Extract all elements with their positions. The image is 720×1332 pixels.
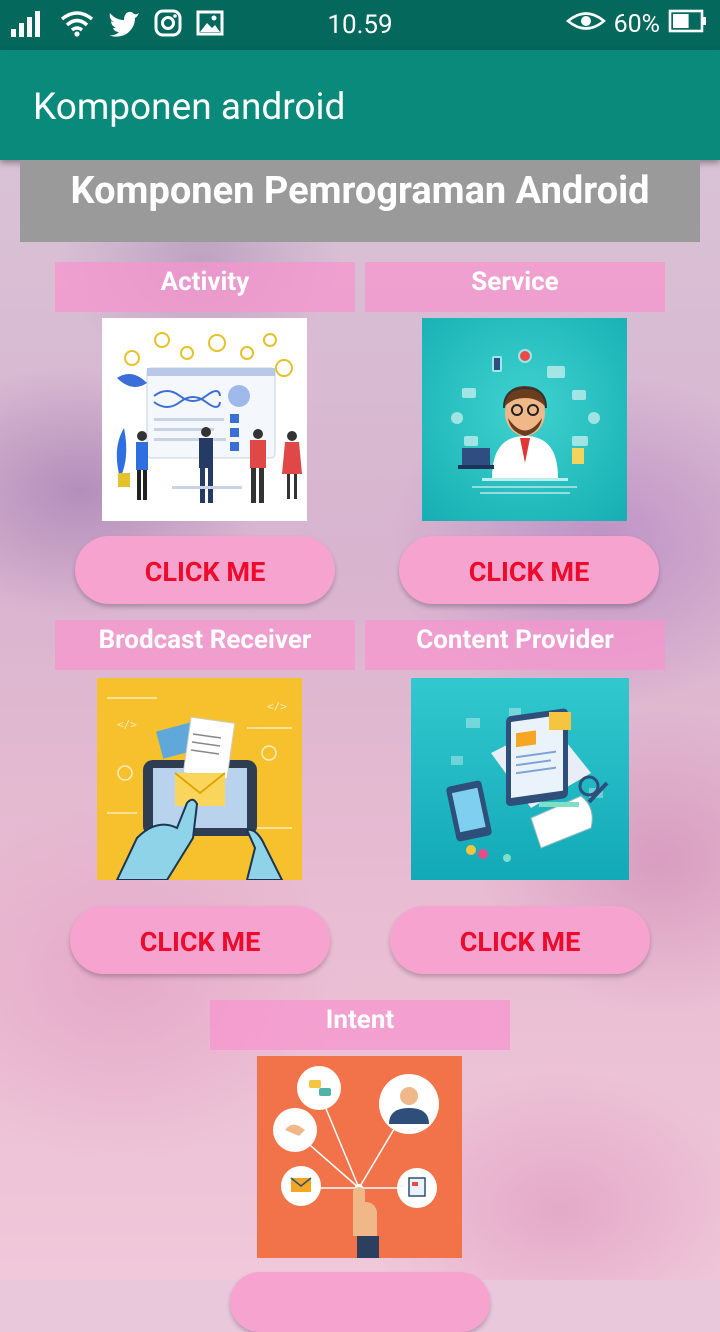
status-bar: 10.59 60% bbox=[0, 0, 720, 50]
content-provider-illustration bbox=[411, 678, 629, 880]
intent-label: Intent bbox=[210, 1000, 510, 1050]
service-click-button[interactable]: CLICK ME bbox=[399, 536, 659, 604]
app-bar: Komponen android bbox=[0, 50, 720, 160]
service-illustration bbox=[422, 318, 627, 521]
activity-illustration bbox=[102, 318, 307, 521]
broadcast-receiver-illustration: </> </> bbox=[97, 678, 302, 880]
app-bar-title: Komponen android bbox=[33, 86, 346, 129]
broadcast-receiver-label: Brodcast Receiver bbox=[55, 620, 355, 670]
svg-text:</>: </> bbox=[267, 700, 287, 713]
activity-label: Activity bbox=[55, 262, 355, 312]
eye-icon bbox=[565, 10, 606, 39]
service-label: Service bbox=[365, 262, 665, 312]
svg-text:</>: </> bbox=[117, 718, 137, 731]
broadcast-receiver-click-button[interactable]: CLICK ME bbox=[70, 906, 330, 974]
activity-click-button[interactable]: CLICK ME bbox=[75, 536, 335, 604]
battery-percent: 60% bbox=[613, 10, 660, 39]
content-provider-click-button[interactable]: CLICK ME bbox=[390, 906, 650, 974]
intent-illustration bbox=[257, 1056, 462, 1258]
battery-icon bbox=[668, 9, 708, 40]
page-title: Komponen Pemrograman Android bbox=[20, 160, 700, 242]
content-provider-label: Content Provider bbox=[365, 620, 665, 670]
intent-click-button[interactable] bbox=[230, 1272, 490, 1332]
